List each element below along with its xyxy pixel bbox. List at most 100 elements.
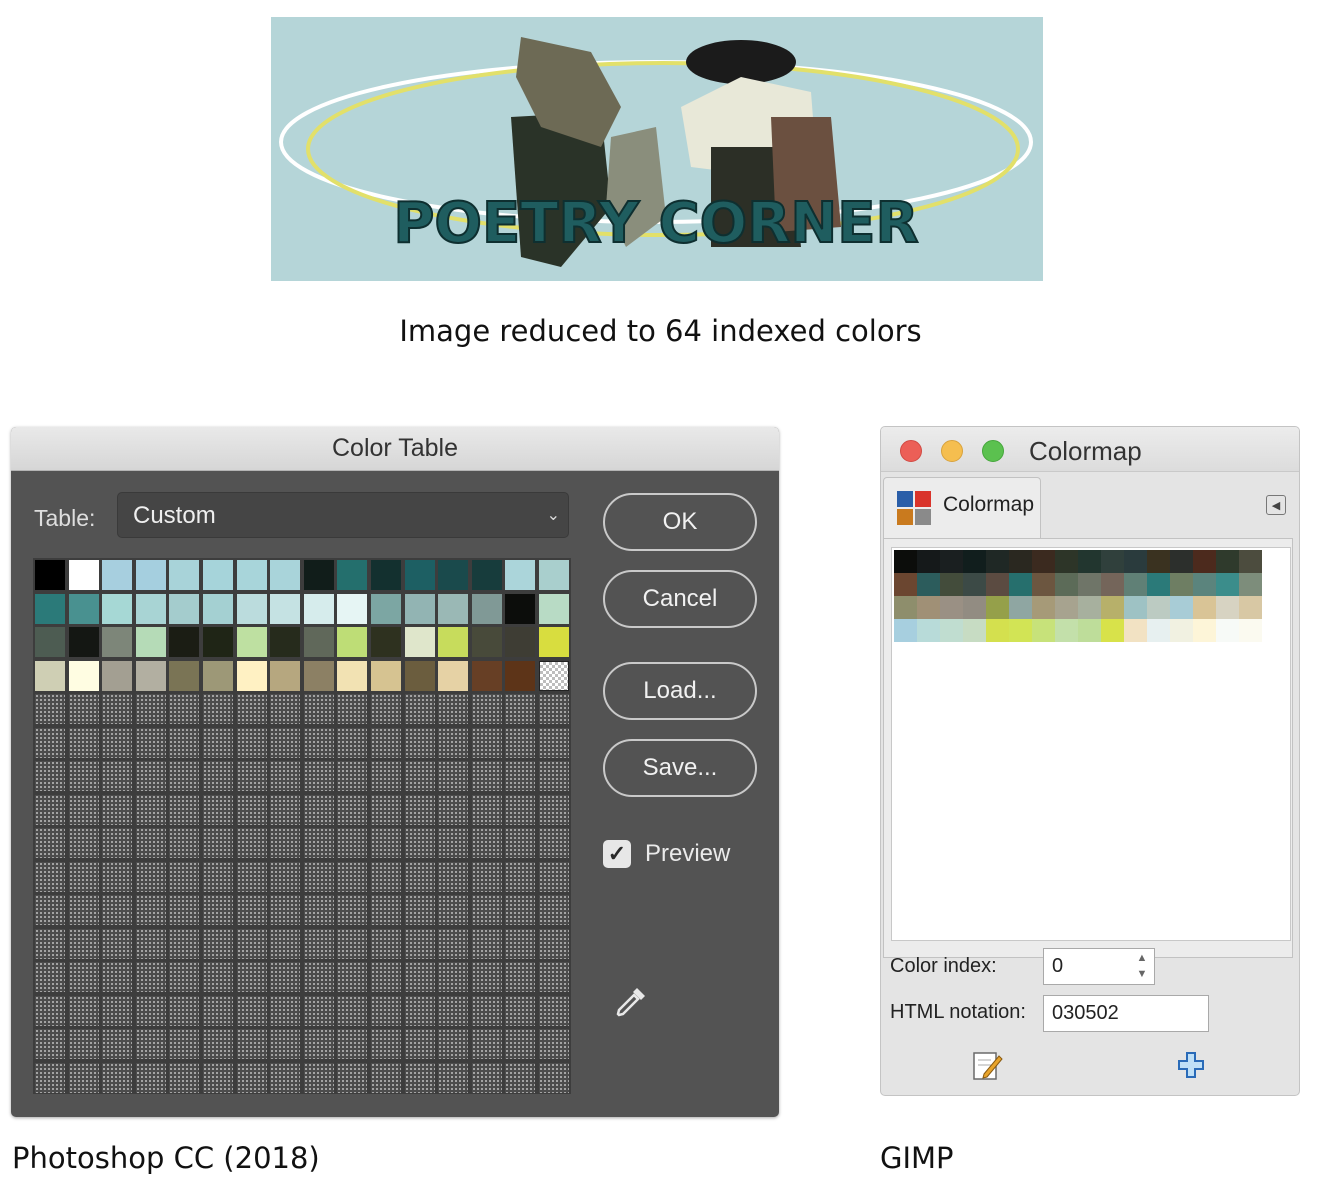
colormap-swatch[interactable] [917,619,940,642]
ok-button[interactable]: OK [603,493,757,551]
color-swatch[interactable] [404,660,435,691]
color-swatch[interactable] [505,660,536,691]
colormap-swatch[interactable] [1216,596,1239,619]
colormap-swatch[interactable] [1032,619,1055,642]
colormap-swatch[interactable] [1032,550,1055,573]
colormap-swatch[interactable] [986,550,1009,573]
color-swatch[interactable] [203,560,233,590]
colormap-swatch[interactable] [1170,550,1193,573]
colormap-swatch[interactable] [917,550,940,573]
color-swatch[interactable] [35,660,65,691]
color-swatch[interactable] [203,593,233,624]
colormap-swatch[interactable] [894,550,917,573]
colormap-swatch[interactable] [1124,619,1147,642]
colormap-swatch[interactable] [1055,573,1078,596]
edit-color-button[interactable] [971,1048,1005,1082]
colormap-swatch[interactable] [1078,573,1101,596]
colormap-swatch[interactable] [1170,596,1193,619]
color-swatch[interactable] [303,627,334,657]
colormap-swatch[interactable] [1101,619,1124,642]
colormap-swatch[interactable] [1216,573,1239,596]
colormap-swatch[interactable] [986,573,1009,596]
color-swatch[interactable] [371,627,401,657]
colormap-swatch[interactable] [1078,596,1101,619]
color-swatch[interactable] [102,627,133,657]
colormap-swatch[interactable] [1032,596,1055,619]
colormap-swatch[interactable] [1216,550,1239,573]
preview-checkbox[interactable]: ✓ [603,840,631,868]
save-button[interactable]: Save... [603,739,757,797]
colormap-swatch[interactable] [1147,573,1170,596]
colormap-swatch[interactable] [1055,619,1078,642]
color-swatch[interactable] [438,593,469,624]
color-swatch[interactable] [236,560,267,590]
color-swatch[interactable] [270,627,301,657]
colormap-swatch[interactable] [1170,573,1193,596]
html-notation-input[interactable]: 030502 [1043,995,1209,1032]
colormap-swatch[interactable] [894,573,917,596]
color-swatch[interactable] [471,593,502,624]
color-swatch[interactable] [169,660,200,691]
color-swatch[interactable] [236,660,267,691]
colormap-swatch[interactable] [1009,619,1032,642]
color-swatch[interactable] [68,627,99,657]
colormap-swatch[interactable] [917,596,940,619]
colormap-swatch[interactable] [963,573,986,596]
colormap-swatch[interactable] [1193,596,1216,619]
colormap-swatch[interactable] [1147,596,1170,619]
color-swatch[interactable] [371,660,401,691]
color-swatch[interactable] [371,593,401,624]
color-swatch[interactable] [135,627,166,657]
color-swatch[interactable] [270,593,301,624]
color-swatch[interactable] [404,627,435,657]
colormap-swatch[interactable] [1055,596,1078,619]
colormap-swatch[interactable] [1078,550,1101,573]
colormap-swatch[interactable] [940,550,963,573]
color-swatch[interactable] [505,627,536,657]
colormap-swatch[interactable] [986,619,1009,642]
colormap-swatch[interactable] [940,619,963,642]
color-index-spinner[interactable]: ▲ ▼ [1131,950,1153,983]
color-swatch[interactable] [68,593,99,624]
color-swatch[interactable] [236,627,267,657]
colormap-swatch[interactable] [963,596,986,619]
colormap-swatch[interactable] [1193,550,1216,573]
color-swatch[interactable] [337,593,368,624]
color-swatch[interactable] [236,593,267,624]
colormap-swatch[interactable] [1239,619,1262,642]
colormap-swatch[interactable] [986,596,1009,619]
color-swatch[interactable] [169,627,200,657]
color-swatch[interactable] [303,560,334,590]
colormap-swatch[interactable] [1009,550,1032,573]
colormap-swatch[interactable] [894,619,917,642]
colormap-swatch[interactable] [1239,596,1262,619]
color-swatch[interactable] [539,560,569,590]
eyedropper-icon[interactable] [611,982,651,1022]
color-swatch[interactable] [404,593,435,624]
color-swatch[interactable] [35,593,65,624]
colormap-swatch[interactable] [1147,550,1170,573]
load-button[interactable]: Load... [603,662,757,720]
color-swatch[interactable] [270,560,301,590]
transparent-color-swatch[interactable] [539,660,569,691]
color-swatch[interactable] [337,560,368,590]
color-swatch[interactable] [371,560,401,590]
color-swatch[interactable] [135,560,166,590]
colormap-swatch[interactable] [940,596,963,619]
color-swatch[interactable] [471,560,502,590]
colormap-swatch[interactable] [963,619,986,642]
colormap-swatch[interactable] [1009,573,1032,596]
colormap-swatch[interactable] [940,573,963,596]
color-swatch[interactable] [135,593,166,624]
color-swatch[interactable] [303,660,334,691]
colormap-swatch[interactable] [1170,619,1193,642]
color-swatch[interactable] [303,593,334,624]
color-swatch[interactable] [169,560,200,590]
tab-menu-icon[interactable]: ◀ [1266,495,1286,515]
colormap-swatch[interactable] [894,596,917,619]
color-swatch[interactable] [203,660,233,691]
color-swatch[interactable] [35,627,65,657]
colormap-swatch[interactable] [1239,550,1262,573]
tab-colormap[interactable]: Colormap [883,477,1041,539]
colormap-swatch[interactable] [1009,596,1032,619]
